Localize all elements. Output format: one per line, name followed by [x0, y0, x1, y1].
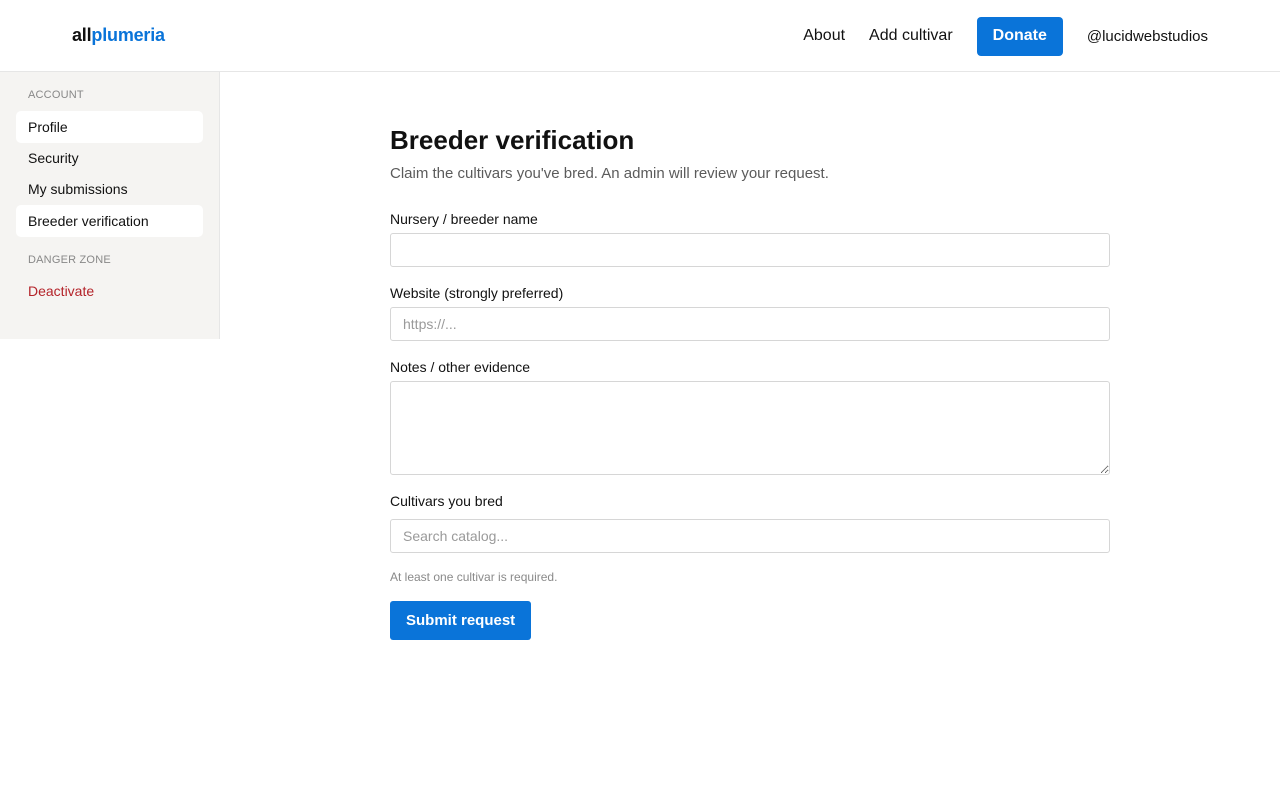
cultivar-search-input[interactable]	[390, 519, 1110, 553]
user-account-link[interactable]: @lucidwebstudios	[1087, 25, 1208, 47]
site-logo[interactable]: allplumeria	[72, 24, 165, 46]
cultivars-label: Cultivars you bred	[390, 493, 503, 509]
page-subtitle: Claim the cultivars you've bred. An admi…	[390, 165, 829, 182]
notes-textarea[interactable]	[390, 381, 1110, 475]
website-label: Website (strongly preferred)	[390, 285, 564, 301]
top-nav: About Add cultivar Donate @lucidwebstudi…	[803, 0, 1208, 72]
sidebar-item-label: Breeder verification	[28, 213, 149, 229]
sidebar-item-profile[interactable]: Profile	[16, 111, 203, 143]
sidebar-item-my-submissions[interactable]: My submissions	[16, 173, 203, 205]
cultivar-required-hint: At least one cultivar is required.	[390, 570, 558, 584]
page-title: Breeder verification	[390, 125, 635, 155]
logo-text-plumeria: plumeria	[91, 25, 165, 45]
website-input[interactable]	[390, 307, 1110, 341]
sidebar-item-label: Deactivate	[28, 283, 95, 299]
nav-add-cultivar-link[interactable]: Add cultivar	[869, 26, 953, 46]
sidebar-item-security[interactable]: Security	[16, 142, 203, 174]
sidebar-item-deactivate[interactable]: Deactivate	[16, 275, 203, 307]
nav-about-link[interactable]: About	[803, 26, 845, 46]
sidebar-item-label: Security	[28, 150, 79, 166]
donate-button[interactable]: Donate	[976, 16, 1063, 56]
notes-label: Notes / other evidence	[390, 359, 531, 375]
top-header: allplumeria About Add cultivar Donate @l…	[0, 0, 1280, 72]
nursery-name-label: Nursery / breeder name	[390, 211, 538, 227]
sidebar-section-danger-zone: DANGER ZONE	[28, 254, 111, 266]
sidebar-item-label: Profile	[28, 119, 68, 135]
nursery-name-input[interactable]	[390, 233, 1110, 267]
submit-request-button[interactable]: Submit request	[390, 601, 532, 640]
sidebar-item-breeder-verification[interactable]: Breeder verification	[16, 205, 203, 237]
logo-text-all: all	[72, 25, 92, 45]
sidebar-section-account: ACCOUNT	[28, 89, 84, 101]
account-sidebar: ACCOUNT Profile Security My submissions …	[0, 72, 220, 339]
sidebar-item-label: My submissions	[28, 181, 128, 197]
